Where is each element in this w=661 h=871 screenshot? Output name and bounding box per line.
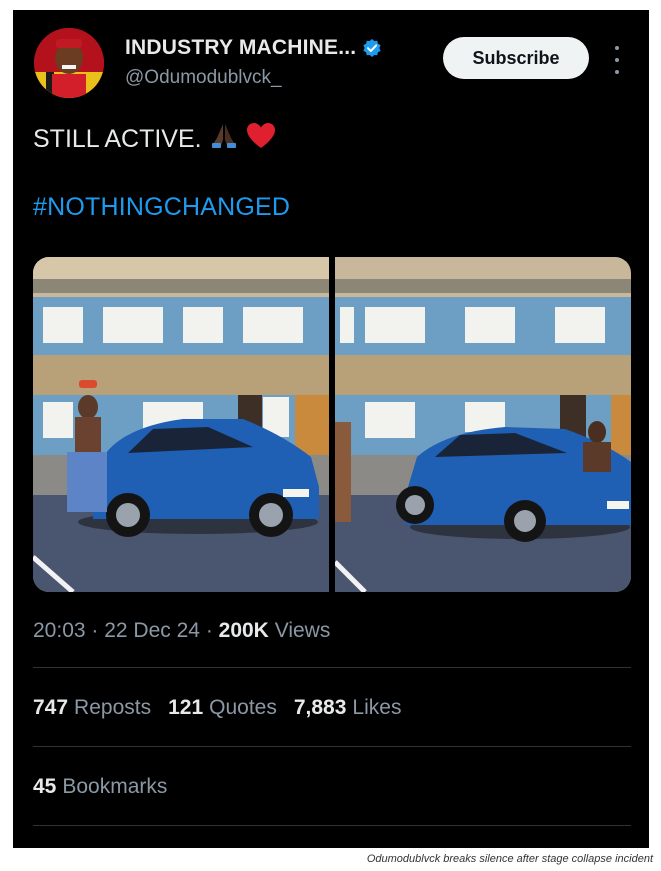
reposts-count: 747 [33, 696, 69, 719]
likes-count: 7,883 [293, 696, 347, 719]
subscribe-button[interactable]: Subscribe [443, 37, 589, 79]
likes-label: Likes [352, 696, 402, 719]
bookmarks-stat[interactable]: 45 Bookmarks [33, 775, 167, 799]
post-photo-1[interactable] [33, 257, 329, 592]
bookmarks-label: Bookmarks [62, 775, 168, 798]
post-photo-2[interactable] [335, 257, 631, 592]
author-display-name[interactable]: INDUSTRY MACHINE... [125, 36, 356, 60]
image-caption: Odumodublvck breaks silence after stage … [366, 853, 653, 865]
divider [33, 746, 631, 747]
quotes-label: Quotes [209, 696, 277, 719]
quotes-count: 121 [168, 696, 204, 719]
quotes-stat[interactable]: 121 Quotes [168, 696, 277, 720]
media-grid [33, 257, 631, 592]
red-heart-emoji-icon [246, 122, 276, 157]
post-text: STILL ACTIVE. [33, 125, 202, 153]
post-meta: 20:03 · 22 Dec 24 · 200K Views [33, 619, 330, 643]
reposts-label: Reposts [74, 696, 152, 719]
post-time[interactable]: 20:03 [33, 619, 86, 642]
likes-stat[interactable]: 7,883 Likes [294, 696, 402, 720]
more-vertical-icon[interactable] [609, 46, 625, 74]
views-label: Views [274, 619, 331, 642]
engagement-stats: 747 Reposts 121 Quotes 7,883 Likes [33, 696, 401, 720]
author-handle[interactable]: @Odumodublvck_ [125, 67, 282, 89]
divider [33, 667, 631, 668]
tweet-card: INDUSTRY MACHINE... @Odumodublvck_ Subsc… [13, 10, 649, 848]
folded-hands-emoji-icon [208, 122, 240, 157]
post-date[interactable]: 22 Dec 24 [104, 619, 200, 642]
author-name-row: INDUSTRY MACHINE... [125, 36, 382, 60]
divider [33, 825, 631, 826]
meta-separator: · [205, 619, 219, 642]
post-text-row: STILL ACTIVE. [33, 122, 276, 157]
views-count: 200K [218, 619, 269, 642]
hashtag-link[interactable]: #NOTHINGCHANGED [33, 193, 290, 222]
reposts-stat[interactable]: 747 Reposts [33, 696, 151, 720]
profile-avatar[interactable] [34, 28, 104, 98]
verified-badge-icon [362, 38, 382, 58]
meta-separator: · [91, 619, 105, 642]
bookmarks-count: 45 [33, 775, 57, 798]
